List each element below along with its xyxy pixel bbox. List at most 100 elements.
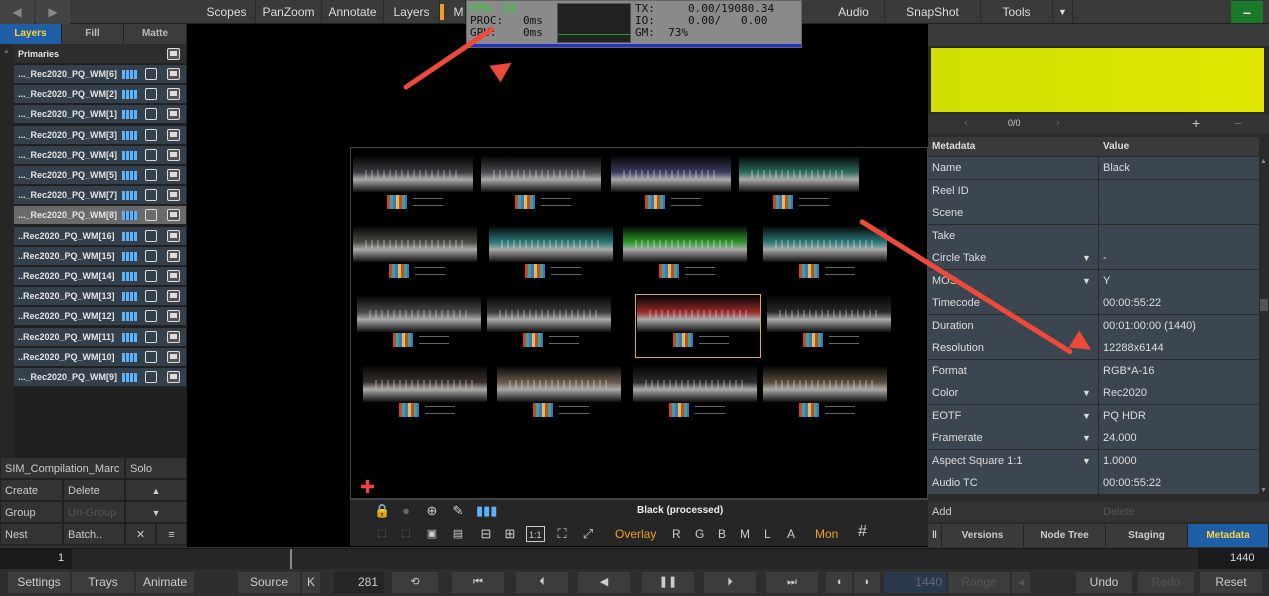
crosshair-icon[interactable]: ✚ <box>360 478 376 496</box>
prev-icon[interactable]: ‹ <box>964 117 968 129</box>
layer-monitor-icon[interactable] <box>167 148 180 161</box>
layer-row[interactable]: ..Rec2020_PQ_WM[14] <box>14 267 186 286</box>
metadata-value[interactable] <box>1099 202 1259 224</box>
tab-scopes[interactable]: Scopes <box>198 0 256 24</box>
tab-layers-panel[interactable]: Layers <box>0 24 62 44</box>
layer-row[interactable]: ..._Rec2020_PQ_WM[2] <box>14 85 186 105</box>
zoom-1-1-button[interactable]: 1:1 <box>526 526 545 542</box>
metadata-scrollbar[interactable]: ▲ ▼ <box>1259 156 1269 496</box>
channel-a-button[interactable]: A <box>787 526 795 542</box>
timeline-track[interactable] <box>72 549 1198 569</box>
channel-g-button[interactable]: G <box>695 526 704 542</box>
layer-checkbox[interactable] <box>145 350 157 363</box>
layer-checkbox[interactable] <box>145 189 157 202</box>
step-back-icon[interactable]: ⏴ <box>516 572 568 593</box>
thumbnail-image[interactable] <box>763 226 887 262</box>
dropdown-icon[interactable]: ▼ <box>1082 247 1091 269</box>
group-button[interactable]: Group <box>0 501 63 523</box>
layer-monitor-icon[interactable] <box>167 270 180 282</box>
metadata-value[interactable]: 00:01:00:00 (1440) <box>1099 314 1259 337</box>
go-end-icon[interactable]: ⏭ <box>766 572 818 593</box>
layer-bars-icon[interactable] <box>122 150 137 160</box>
layer-bars-icon[interactable] <box>122 70 137 79</box>
layer-bars-icon[interactable] <box>122 251 137 261</box>
solo-button[interactable]: Solo <box>125 457 187 479</box>
layer-checkbox[interactable] <box>145 209 157 222</box>
layer-row[interactable]: ..._Rec2020_PQ_WM[5] <box>14 166 186 185</box>
layer-checkbox[interactable] <box>145 229 157 242</box>
metadata-row[interactable]: MOS ▼ Y <box>928 269 1259 292</box>
layer-row[interactable]: ..._Rec2020_PQ_WM[3] <box>14 125 186 145</box>
metadata-value[interactable]: PQ HDR <box>1099 404 1259 427</box>
layer-monitor-icon[interactable] <box>167 330 180 343</box>
layer-checkbox[interactable] <box>145 68 157 80</box>
layer-monitor-icon[interactable] <box>167 88 180 101</box>
tab-staging[interactable]: Staging <box>1106 524 1188 547</box>
keyframe-button[interactable]: K <box>302 572 320 593</box>
add-swatch-icon[interactable]: + <box>1192 115 1200 131</box>
layer-monitor-icon[interactable] <box>167 310 180 323</box>
trays-button[interactable]: Trays <box>72 572 134 593</box>
ungroup-button[interactable]: Un-Group <box>63 501 125 523</box>
tab-audio[interactable]: Audio <box>823 0 885 24</box>
dropdown-icon[interactable]: ▼ <box>1082 382 1091 404</box>
layer-monitor-icon[interactable] <box>167 169 180 181</box>
tab-versions[interactable]: Versions <box>942 524 1024 547</box>
layer-checkbox[interactable] <box>145 249 157 262</box>
metadata-row[interactable]: Audio TC 00:00:55:22 <box>928 472 1259 494</box>
layer-monitor-icon[interactable] <box>167 350 180 363</box>
tab-snapshot[interactable]: SnapShot <box>885 0 981 24</box>
thumbnail-image[interactable] <box>489 226 613 262</box>
layer-monitor-icon[interactable] <box>167 189 180 202</box>
metadata-row[interactable]: EOTF ▼ PQ HDR <box>928 404 1259 427</box>
layer-section-header[interactable]: Primaries <box>14 45 186 64</box>
thumbnail-image[interactable] <box>487 296 611 332</box>
safe-area-icon[interactable]: ⬚ <box>374 526 390 542</box>
dropdown-icon[interactable]: ▼ <box>1082 405 1091 427</box>
nest-button[interactable]: Nest <box>0 523 63 545</box>
layer-row[interactable]: ..Rec2020_PQ_WM[13] <box>14 287 186 307</box>
audio-icon[interactable]: ◂ <box>1012 572 1030 593</box>
metadata-row[interactable]: Duration 00:01:00:00 (1440) <box>928 314 1259 337</box>
layer-row[interactable]: ..._Rec2020_PQ_WM[7] <box>14 186 186 206</box>
layer-row[interactable]: ..Rec2020_PQ_WM[10] <box>14 347 186 367</box>
globe-icon[interactable]: ⊕ <box>424 503 440 519</box>
range-button[interactable]: Range <box>948 572 1010 593</box>
undo-button[interactable]: Undo <box>1076 572 1132 593</box>
zoom-out-icon[interactable]: ⊟ <box>478 526 494 542</box>
tab-node-tree[interactable]: Node Tree <box>1024 524 1106 547</box>
tab-panzoom[interactable]: PanZoom <box>256 0 322 24</box>
collapse-button[interactable]: – <box>1231 1 1263 23</box>
panel-toggle-icon[interactable]: ‖ <box>928 524 942 547</box>
dropdown-icon[interactable]: ▼ <box>1082 427 1091 449</box>
layer-row[interactable]: ..._Rec2020_PQ_WM[6] <box>14 65 186 84</box>
metadata-value[interactable]: 24.000 <box>1099 427 1259 449</box>
metadata-row[interactable]: Color ▼ Rec2020 <box>928 382 1259 404</box>
layer-checkbox[interactable] <box>145 148 157 161</box>
layer-bars-icon[interactable] <box>122 312 137 322</box>
thumbnail-image[interactable] <box>739 156 859 192</box>
layer-bars-icon[interactable] <box>122 373 137 382</box>
metadata-value[interactable]: 00:00:55:22 <box>1099 472 1259 494</box>
layer-row[interactable]: ..._Rec2020_PQ_WM[9] <box>14 368 186 387</box>
metadata-value[interactable]: Y <box>1099 269 1259 292</box>
tab-matte[interactable]: Matte <box>124 24 187 44</box>
tab-m[interactable]: M <box>452 0 466 24</box>
metadata-value[interactable]: RGB*A-16 <box>1099 359 1259 382</box>
end-frame-input[interactable]: 1440 <box>884 572 946 593</box>
layer-checkbox[interactable] <box>145 371 157 383</box>
metadata-value[interactable] <box>1099 224 1259 247</box>
thumbnail-image[interactable] <box>767 296 891 332</box>
layer-bars-icon[interactable] <box>122 90 137 100</box>
layer-scrollbar[interactable]: ▲ ▼ <box>0 45 14 479</box>
thumbnail-image[interactable] <box>611 156 731 192</box>
layer-checkbox[interactable] <box>145 290 157 303</box>
layer-monitor-icon[interactable] <box>167 229 180 242</box>
zoom-in-icon[interactable]: ⊞ <box>502 526 518 542</box>
thumbnail-image[interactable] <box>481 156 601 192</box>
layer-checkbox[interactable] <box>145 88 157 101</box>
play-reverse-icon[interactable]: ◀ <box>578 572 630 593</box>
layer-monitor-icon[interactable] <box>167 209 180 222</box>
thumbnail-image[interactable] <box>623 226 747 262</box>
thumbnail-image[interactable] <box>353 226 477 262</box>
